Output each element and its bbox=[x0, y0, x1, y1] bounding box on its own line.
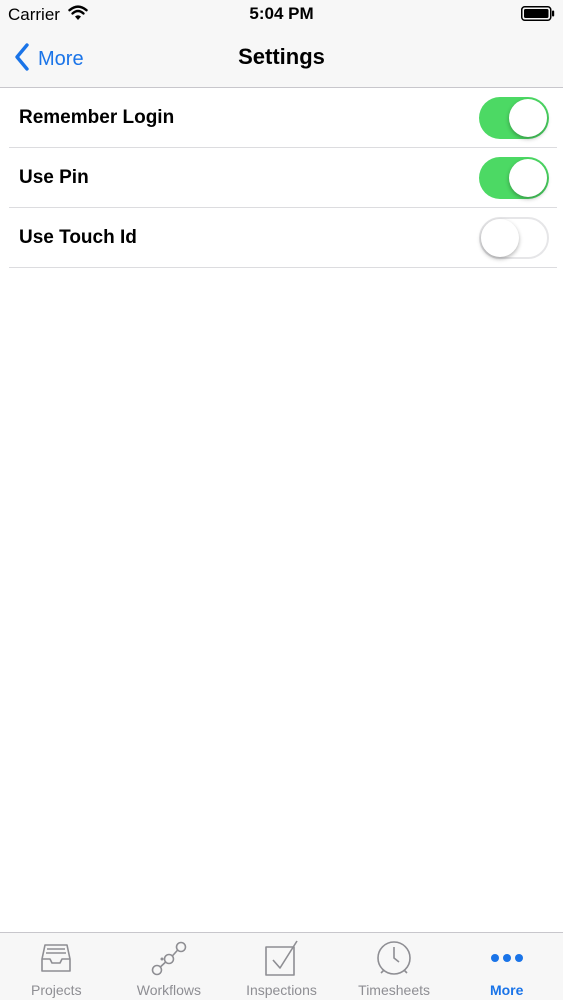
settings-list: Remember Login Use Pin Use Touch Id bbox=[0, 88, 563, 268]
toggle-knob bbox=[481, 219, 519, 257]
tab-label: Inspections bbox=[246, 982, 317, 998]
clock-icon bbox=[375, 939, 413, 977]
toggle-knob bbox=[509, 159, 547, 197]
battery-icon bbox=[521, 6, 555, 21]
inbox-tray-icon bbox=[37, 939, 75, 977]
toggle-knob bbox=[509, 99, 547, 137]
more-dots-icon bbox=[488, 939, 526, 977]
tab-timesheets[interactable]: Timesheets bbox=[338, 933, 451, 1000]
tab-projects[interactable]: Projects bbox=[0, 933, 113, 1000]
tab-workflows[interactable]: Workflows bbox=[113, 933, 226, 1000]
setting-row-remember-login: Remember Login bbox=[0, 88, 563, 148]
tab-label: Workflows bbox=[136, 982, 202, 998]
remember-login-toggle[interactable] bbox=[479, 97, 549, 139]
tab-more[interactable]: More bbox=[450, 933, 563, 1000]
setting-row-use-touch-id: Use Touch Id bbox=[0, 208, 563, 268]
use-pin-toggle[interactable] bbox=[479, 157, 549, 199]
tab-label: More bbox=[489, 982, 524, 998]
tab-label: Timesheets bbox=[358, 982, 430, 998]
setting-row-use-pin: Use Pin bbox=[0, 148, 563, 208]
checkbox-icon bbox=[262, 939, 300, 977]
status-bar: Carrier 5:04 PM bbox=[0, 0, 563, 30]
setting-label: Remember Login bbox=[19, 107, 175, 128]
use-touch-id-toggle[interactable] bbox=[479, 217, 549, 259]
tab-bar: Projects Workflows Inspections Timesheet… bbox=[0, 932, 563, 1000]
navigation-bar: More Settings bbox=[0, 30, 563, 88]
tab-label: Projects bbox=[31, 982, 82, 998]
setting-label: Use Touch Id bbox=[19, 227, 137, 248]
status-time: 5:04 PM bbox=[249, 4, 314, 23]
setting-label: Use Pin bbox=[19, 167, 89, 188]
workflow-nodes-icon bbox=[150, 939, 188, 977]
tab-inspections[interactable]: Inspections bbox=[225, 933, 338, 1000]
page-title: Settings bbox=[238, 44, 325, 69]
